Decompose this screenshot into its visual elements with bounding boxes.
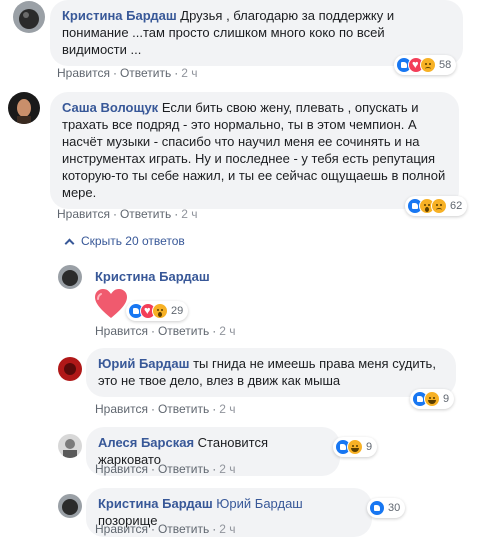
comment-actions: Нравится · Ответить · 2 ч [57,66,198,80]
comment-author[interactable]: Саша Волощук [62,100,158,115]
comment-actions: Нравится · Ответить · 2 ч [95,462,236,476]
reaction-count: 29 [171,305,184,317]
reply-link[interactable]: Ответить [158,324,209,338]
reactions-summary[interactable]: 30 [367,498,406,518]
avatar[interactable] [58,357,82,381]
like-link[interactable]: Нравится [95,522,148,536]
comment-actions: Нравится · Ответить · 2 ч [95,402,236,416]
haha-icon [424,391,440,407]
reaction-count: 62 [450,200,463,212]
avatar[interactable] [58,265,82,289]
like-link[interactable]: Нравится [95,324,148,338]
reply-link[interactable]: Ответить [158,402,209,416]
reply-author-line: Кристина Бардаш [95,269,210,284]
hide-replies-link[interactable]: Скрыть 20 ответов [64,234,185,248]
reaction-count: 30 [388,502,401,514]
comment-author[interactable]: Юрий Бардаш [98,356,189,371]
comment-actions: Нравится · Ответить · 2 ч [57,207,198,221]
reply-link[interactable]: Ответить [120,207,171,221]
comment-author[interactable]: Алеся Барская [98,435,194,450]
comment-actions: Нравится · Ответить · 2 ч [95,324,236,338]
comment-text: Если бить свою жену, плевать , опускать … [62,100,446,200]
hide-replies-label: Скрыть 20 ответов [81,234,185,248]
reaction-count: 9 [443,393,450,405]
timestamp[interactable]: 2 ч [181,66,197,80]
like-link[interactable]: Нравится [57,66,110,80]
avatar[interactable] [8,92,40,124]
avatar[interactable] [58,434,82,458]
reactions-summary[interactable]: 9 [410,389,455,409]
chevron-up-icon [64,238,75,248]
reaction-count: 9 [366,441,373,453]
comment-bubble: Саша Волощук Если бить свою жену, плеват… [50,92,459,209]
reply-link[interactable]: Ответить [158,522,209,536]
reply-link[interactable]: Ответить [120,66,171,80]
comment-author[interactable]: Кристина Бардаш [62,8,177,23]
avatar[interactable] [13,1,45,33]
like-link[interactable]: Нравится [57,207,110,221]
reactions-summary[interactable]: 58 [394,55,457,75]
sad-icon [431,198,447,214]
haha-icon [347,439,363,455]
timestamp[interactable]: 2 ч [219,402,235,416]
reply-link[interactable]: Ответить [158,462,209,476]
timestamp[interactable]: 2 ч [181,207,197,221]
comment-actions: Нравится · Ответить · 2 ч [95,522,236,536]
like-link[interactable]: Нравится [95,402,148,416]
reactions-summary[interactable]: 62 [405,196,468,216]
wow-icon [152,303,168,319]
like-link[interactable]: Нравится [95,462,148,476]
timestamp[interactable]: 2 ч [219,324,235,338]
comment-bubble: Юрий Бардаш ты гнида не имеешь права мен… [86,348,456,397]
heart-sticker [94,289,128,322]
mention-link[interactable]: Юрий Бардаш [216,496,302,511]
reactions-summary[interactable]: 9 [333,437,378,457]
comment-author[interactable]: Кристина Бардаш [95,269,210,284]
timestamp[interactable]: 2 ч [219,462,235,476]
avatar[interactable] [58,494,82,518]
like-icon [369,500,385,516]
timestamp[interactable]: 2 ч [219,522,235,536]
comment-author[interactable]: Кристина Бардаш [98,496,213,511]
reactions-summary[interactable]: 29 [126,301,189,321]
sad-icon [420,57,436,73]
reaction-count: 58 [439,59,452,71]
